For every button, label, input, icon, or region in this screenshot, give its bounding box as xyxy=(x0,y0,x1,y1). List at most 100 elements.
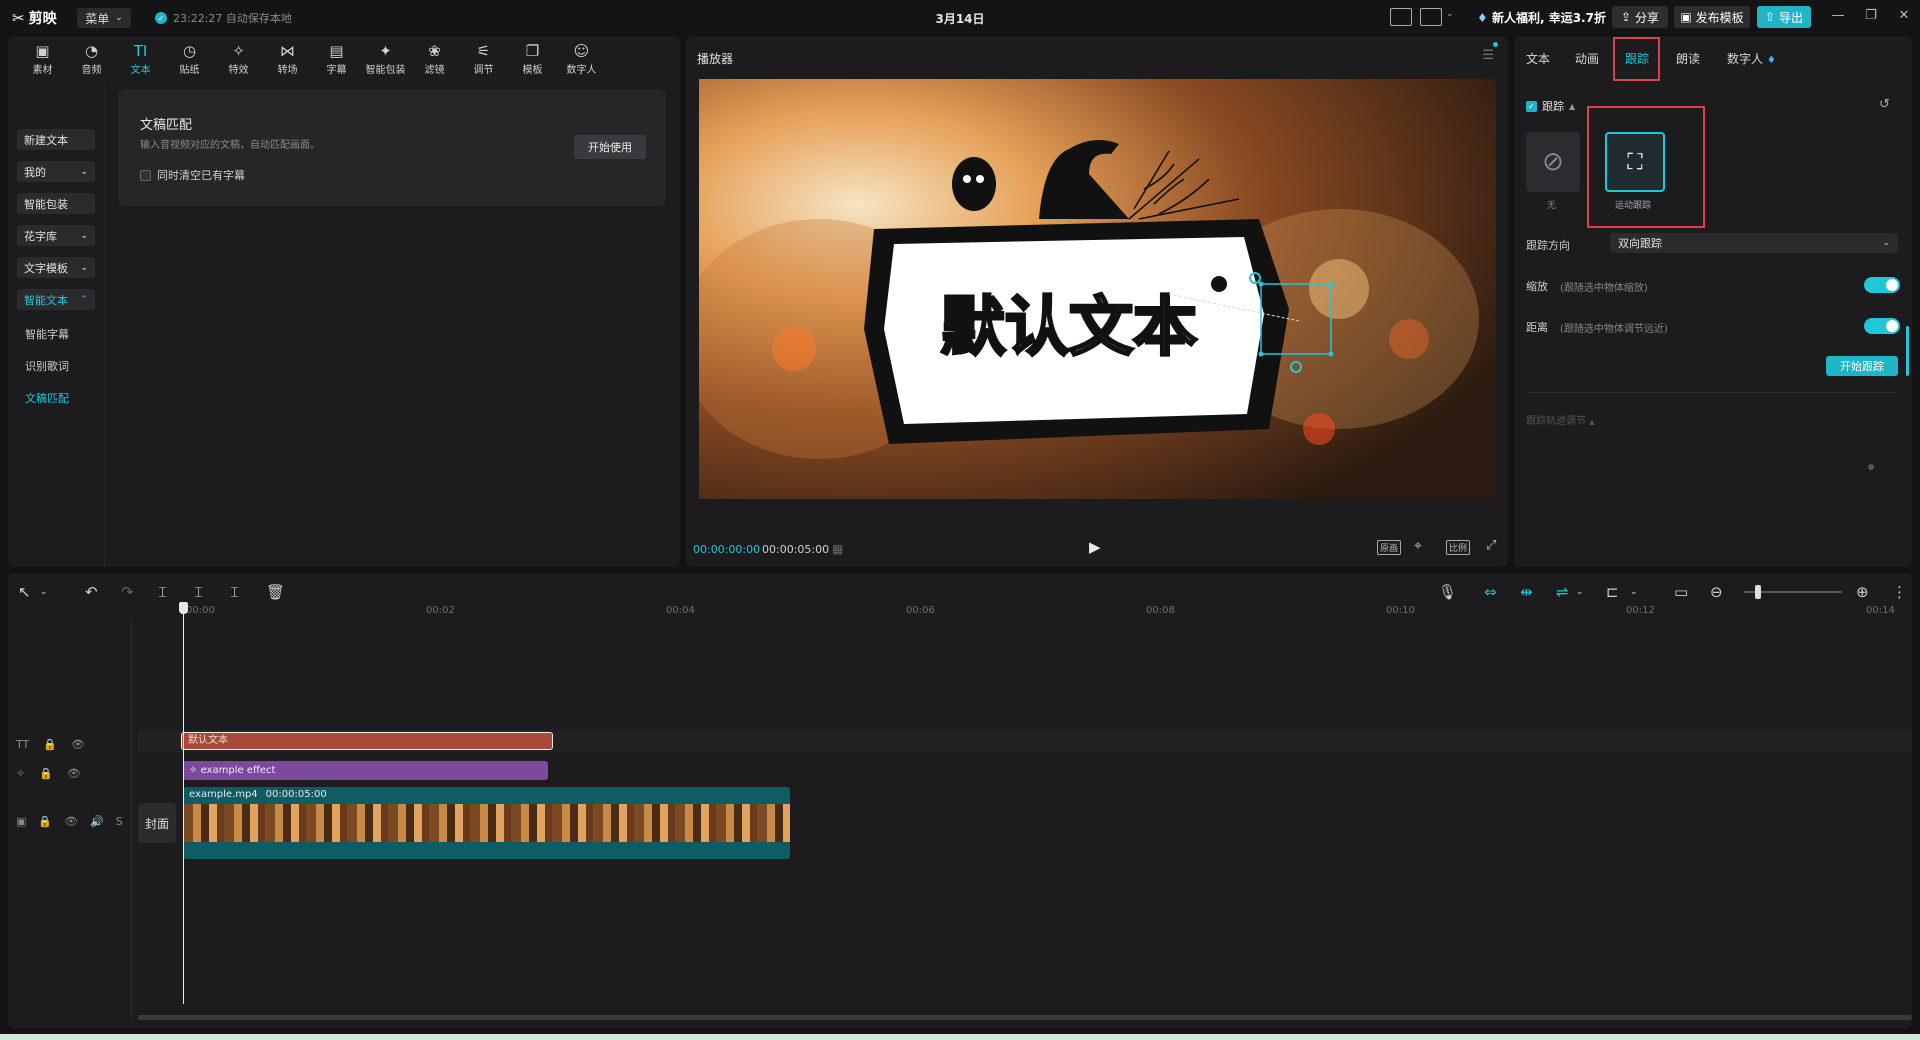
eye-icon[interactable]: 👁 xyxy=(67,767,81,780)
template-icon: ❐ xyxy=(525,41,540,60)
zoom-out-icon[interactable]: ⊖ xyxy=(1710,583,1723,601)
start-use-button[interactable]: 开始使用 xyxy=(574,135,646,159)
split-right-icon[interactable]: ⌶ xyxy=(230,583,239,601)
chevron-down-icon[interactable]: ⌄ xyxy=(1446,9,1454,19)
effects-icon: ✧ xyxy=(232,41,245,60)
video-preview[interactable]: 默认文本 xyxy=(699,79,1496,499)
tool-audio[interactable]: ◔ 音频 xyxy=(67,36,116,82)
transition-icon: ⋈ xyxy=(280,41,295,60)
full-view-icon[interactable]: ▭ xyxy=(1674,583,1688,601)
zoom-in-icon[interactable]: ⊕ xyxy=(1856,583,1869,601)
tool-transition[interactable]: ⋈ 转场 xyxy=(263,36,312,82)
screenshot-icon[interactable]: ⌖ xyxy=(1414,538,1422,554)
linkage-icon[interactable]: ⇌ xyxy=(1556,583,1569,601)
tab-text[interactable]: 文本 xyxy=(1526,50,1550,67)
tool-text[interactable]: TI 文本 xyxy=(116,36,165,82)
auto-snap-icon[interactable]: ⇹ xyxy=(1520,583,1533,601)
minimize-icon[interactable]: — xyxy=(1828,8,1848,23)
playhead[interactable] xyxy=(183,604,184,1004)
close-icon[interactable]: ✕ xyxy=(1894,8,1914,23)
undo-icon[interactable]: ↶ xyxy=(85,583,98,601)
preview-axis-icon[interactable]: ⊏ xyxy=(1606,583,1619,601)
tab-read-aloud[interactable]: 朗读 xyxy=(1676,50,1700,67)
sidebar-item-smart-text[interactable]: 智能文本 ⌃ xyxy=(17,289,95,310)
fullscreen-icon[interactable]: ⤢ xyxy=(1486,538,1496,553)
eye-icon[interactable]: 👁 xyxy=(71,738,85,751)
timeline-scrollbar[interactable] xyxy=(138,1015,1912,1020)
tool-filter[interactable]: ❀ 滤镜 xyxy=(410,36,459,82)
eye-icon[interactable]: 👁 xyxy=(64,815,78,828)
lock-icon[interactable]: 🔒 xyxy=(39,767,53,780)
lock-icon[interactable]: 🔒 xyxy=(43,738,57,751)
sidebar-item-new-text[interactable]: 新建文本 xyxy=(17,129,95,150)
audio-icon[interactable]: 🔊 xyxy=(90,815,104,828)
ratio-button[interactable]: 原画 xyxy=(1377,540,1402,555)
cover-button[interactable]: 封面 xyxy=(138,803,176,843)
tool-effects[interactable]: ✧ 特效 xyxy=(214,36,263,82)
sidebar-item-mine[interactable]: 我的 ⌄ xyxy=(17,161,95,182)
tracking-none-option[interactable]: ⊘ xyxy=(1526,132,1580,192)
tool-captions[interactable]: ▤ 字幕 xyxy=(312,36,361,82)
sidebar-item-smart-pack[interactable]: 智能包装 xyxy=(17,193,95,214)
solo-label[interactable]: S xyxy=(116,815,123,828)
distance-toggle[interactable] xyxy=(1864,318,1900,334)
zoom-slider-handle[interactable] xyxy=(1755,585,1761,599)
shortcut-keyboard-icon[interactable] xyxy=(1390,8,1412,26)
checkbox[interactable] xyxy=(140,169,151,181)
delete-icon[interactable]: 🗑 xyxy=(266,583,285,601)
total-duration: 00:00:05:00 xyxy=(762,543,830,556)
tool-smart-pack[interactable]: ✦ 智能包装 xyxy=(361,36,410,82)
tracking-toggle[interactable]: ✓ 跟踪 ▲ xyxy=(1526,98,1575,114)
tool-template[interactable]: ❐ 模板 xyxy=(508,36,557,82)
tool-sticker[interactable]: ◷ 贴纸 xyxy=(165,36,214,82)
start-tracking-button[interactable]: 开始跟踪 xyxy=(1826,356,1898,376)
chevron-down-icon[interactable]: ⌄ xyxy=(1576,587,1584,597)
time-ruler[interactable]: 00:00 00:02 00:04 00:06 00:08 00:10 00:1… xyxy=(134,601,1912,619)
tool-adjust[interactable]: ⚟ 调节 xyxy=(459,36,508,82)
panel-scrollbar[interactable] xyxy=(1906,326,1909,376)
play-icon[interactable]: ▶ xyxy=(1089,538,1101,556)
more-icon[interactable]: ⋮ xyxy=(1892,583,1907,601)
tool-strip: ▣ 素材 ◔ 音频 TI 文本 ◷ 贴纸 ✧ 特效 ⋈ 转场 ▤ 字幕 ✦ 智能包装 ❀ 滤镜 ⚟… xyxy=(8,36,680,82)
sidebar-item-text-template[interactable]: 文字模板 ⌄ xyxy=(17,257,95,278)
text-clip[interactable]: 默认文本 xyxy=(181,732,553,750)
checkbox-checked-icon[interactable]: ✓ xyxy=(1526,100,1537,112)
restore-icon[interactable]: ❐ xyxy=(1861,8,1881,23)
video-clip[interactable]: example.mp4 00:00:05:00 xyxy=(183,787,790,859)
chevron-down-icon[interactable]: ⌄ xyxy=(40,587,48,597)
promo-banner[interactable]: ♦ 新人福利, 幸运3.7折 xyxy=(1477,9,1606,26)
playhead-handle[interactable] xyxy=(179,602,188,614)
clear-captions-option[interactable]: 同时清空已有字幕 xyxy=(140,167,245,183)
split-left-icon[interactable]: ⌶ xyxy=(194,583,203,601)
split-icon[interactable]: ⌶ xyxy=(158,583,167,601)
tool-digital-human[interactable]: ☺ 数字人 xyxy=(557,36,606,82)
tab-animation[interactable]: 动画 xyxy=(1575,50,1599,67)
direction-select[interactable]: 双向跟踪 ⌄ xyxy=(1610,233,1898,253)
scale-toggle[interactable] xyxy=(1864,277,1900,293)
share-button[interactable]: ⇪ 分享 xyxy=(1612,6,1668,28)
reset-icon[interactable]: ↺ xyxy=(1879,97,1890,112)
share-label: 分享 xyxy=(1635,10,1660,25)
redo-icon[interactable]: ↷ xyxy=(121,583,134,601)
chevron-down-icon[interactable]: ⌄ xyxy=(1630,587,1638,597)
export-button[interactable]: ⇧ 导出 xyxy=(1757,6,1811,28)
tool-media[interactable]: ▣ 素材 xyxy=(18,36,67,82)
grid-icon[interactable]: ▦ xyxy=(832,542,843,556)
menu-lines-icon[interactable]: ☰ xyxy=(1482,48,1494,63)
magnet-main-icon[interactable]: ⇔ xyxy=(1484,583,1497,601)
lock-icon[interactable]: 🔒 xyxy=(38,815,52,828)
effect-clip[interactable]: ✧ example effect xyxy=(183,761,548,780)
tab-digital-human[interactable]: 数字人 ♦ xyxy=(1727,50,1776,67)
menu-button[interactable]: 菜单 ⌄ xyxy=(77,8,131,28)
sidebar-item-smart-caption[interactable]: 智能字幕 xyxy=(25,326,69,342)
sidebar-item-font-lib[interactable]: 花字库 ⌄ xyxy=(17,225,95,246)
aspect-ratio-button[interactable]: 比例 xyxy=(1446,540,1471,555)
sidebar-item-script-match[interactable]: 文稿匹配 xyxy=(25,390,69,406)
publish-template-button[interactable]: ▣ 发布模板 xyxy=(1674,6,1750,28)
capcut-icon: ✂ xyxy=(12,9,25,27)
layout-icon[interactable] xyxy=(1420,8,1442,26)
cursor-select-icon[interactable]: ↖ xyxy=(18,583,31,601)
sidebar-item-lyrics[interactable]: 识别歌词 xyxy=(25,358,69,374)
track-adjust-label[interactable]: 跟踪轨迹调节 ▲ xyxy=(1526,412,1595,427)
microphone-icon[interactable]: 🎙 xyxy=(1438,583,1457,601)
